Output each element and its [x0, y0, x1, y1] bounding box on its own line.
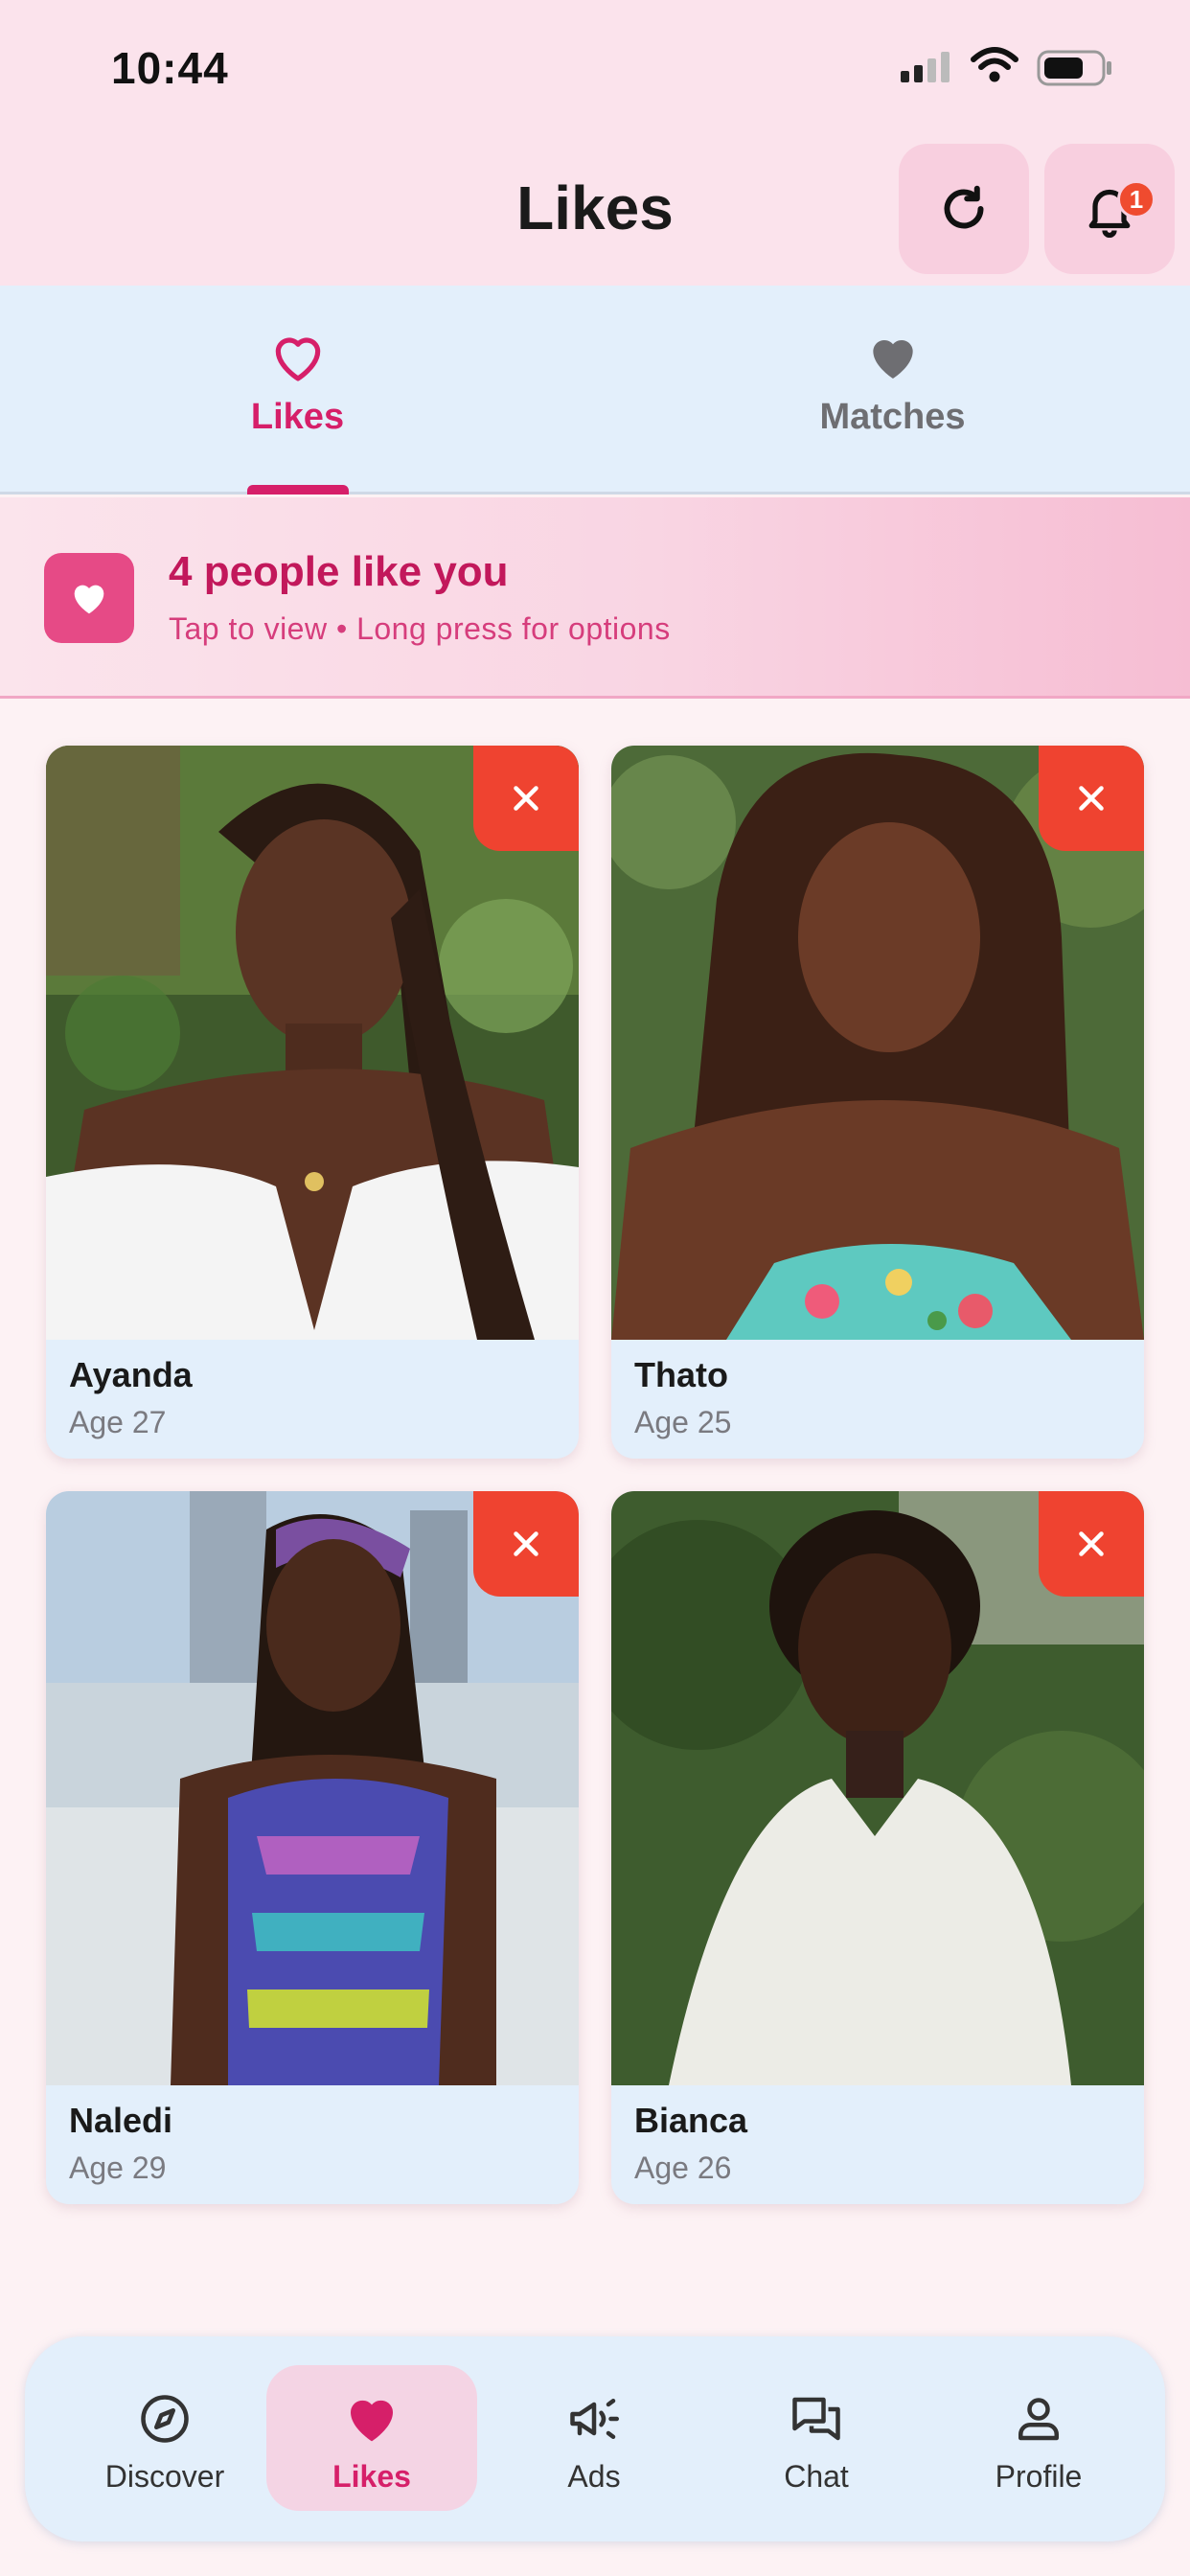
active-tab-indicator [247, 485, 349, 494]
tab-matches-label: Matches [819, 397, 966, 437]
banner-subtitle: Tap to view • Long press for options [169, 611, 671, 646]
refresh-icon [944, 185, 984, 229]
nav-item-ads[interactable]: Ads [489, 2336, 699, 2542]
heart-badge-icon [44, 553, 134, 643]
profile-age: Age 27 [69, 1405, 167, 1439]
dismiss-button[interactable] [473, 746, 579, 851]
battery-icon [1037, 50, 1111, 86]
notifications-button[interactable]: 1 [1044, 144, 1175, 274]
heart-icon [351, 2400, 393, 2442]
profile-card[interactable]: Naledi Age 29 [46, 1491, 579, 2204]
nav-label-chat: Chat [784, 2459, 849, 2494]
nav-item-likes[interactable]: Likes [266, 2336, 477, 2542]
nav-item-discover[interactable]: Discover [59, 2336, 270, 2542]
refresh-button[interactable] [899, 144, 1029, 274]
tab-bar: Likes Matches [0, 286, 1190, 494]
profile-name: Thato [634, 1355, 728, 1394]
cellular-signal-icon [901, 52, 950, 82]
megaphone-icon [570, 2399, 619, 2439]
nav-label-ads: Ads [567, 2459, 621, 2494]
person-icon [1018, 2398, 1059, 2441]
banner-title: 4 people like you [169, 548, 509, 595]
tab-likes[interactable]: Likes [0, 286, 595, 494]
profile-name: Naledi [69, 2101, 173, 2140]
nav-label-discover: Discover [104, 2459, 225, 2494]
nav-label-profile: Profile [995, 2459, 1083, 2494]
close-icon [514, 786, 538, 811]
bottom-nav: Discover Likes Ads Chat Profile [25, 2336, 1165, 2542]
compass-icon [141, 2395, 189, 2443]
heart-filled-icon [872, 339, 913, 379]
tab-matches[interactable]: Matches [595, 286, 1190, 494]
profile-card[interactable]: Ayanda Age 27 [46, 746, 579, 1459]
close-icon [1079, 786, 1104, 811]
nav-label-likes: Likes [332, 2459, 411, 2494]
profile-age: Age 29 [69, 2150, 167, 2185]
profile-age: Age 25 [634, 1405, 732, 1439]
profile-name: Ayanda [69, 1355, 193, 1394]
top-header: 10:44 Likes 1 [0, 0, 1190, 286]
status-bar: 10:44 [0, 0, 1190, 134]
profile-card[interactable]: Thato Age 25 [611, 746, 1144, 1459]
tab-likes-label: Likes [250, 397, 345, 437]
close-icon [514, 1531, 538, 1556]
status-time: 10:44 [111, 43, 229, 93]
nav-item-profile[interactable]: Profile [933, 2336, 1144, 2542]
notification-badge: 1 [1117, 180, 1156, 218]
nav-item-chat[interactable]: Chat [711, 2336, 922, 2542]
likes-banner[interactable] [0, 497, 1190, 699]
profile-card[interactable]: Bianca Age 26 [611, 1491, 1144, 2204]
profile-name: Bianca [634, 2101, 748, 2140]
dismiss-button[interactable] [1039, 1491, 1144, 1597]
wifi-icon [971, 47, 1018, 82]
close-icon [1079, 1531, 1104, 1556]
dismiss-button[interactable] [1039, 746, 1144, 851]
profile-age: Age 26 [634, 2150, 732, 2185]
chat-icon [792, 2397, 840, 2441]
heart-outline-icon [275, 337, 320, 381]
dismiss-button[interactable] [473, 1491, 579, 1597]
